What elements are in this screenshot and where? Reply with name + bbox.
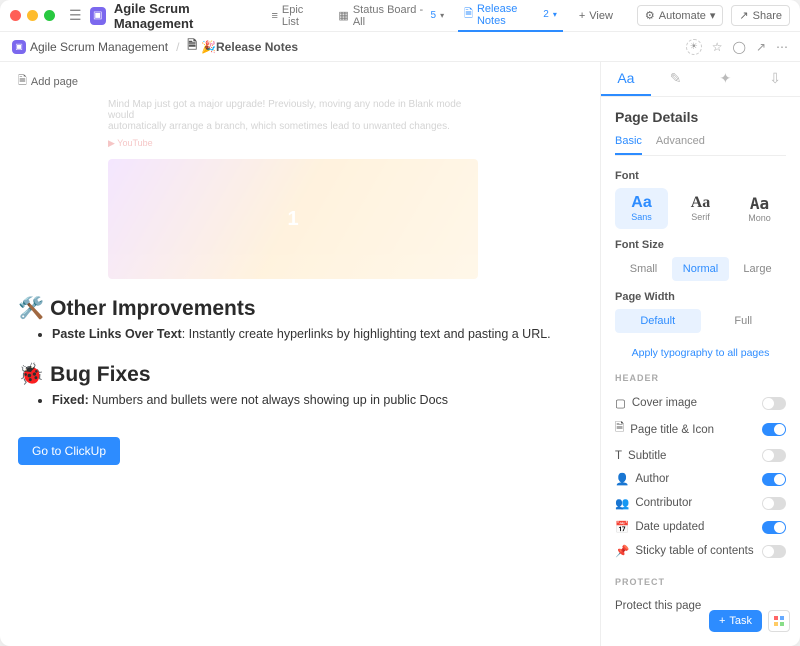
page-width-full[interactable]: Full (701, 309, 787, 333)
page-details-title: Page Details (615, 109, 786, 125)
section-bugs-heading: 🐞 Bug Fixes (18, 363, 582, 387)
doc-icon: 🗎 (464, 5, 473, 24)
app-title: Agile Scrum Management (114, 1, 258, 31)
font-label: Font (615, 170, 786, 182)
toggle-date-updated[interactable] (762, 521, 786, 534)
breadcrumb-separator: / (176, 40, 179, 54)
apps-button[interactable] (768, 610, 790, 632)
font-size-small[interactable]: Small (615, 257, 672, 281)
grid-icon (773, 615, 785, 627)
side-tab-export[interactable]: ⇩ (750, 62, 800, 96)
bug-item: Fixed: Numbers and bullets were not alwa… (52, 393, 582, 407)
section-improvements-heading: 🛠️ Other Improvements (18, 297, 582, 321)
row-label: Cover image (632, 397, 697, 409)
tools-icon: 🛠️ (18, 297, 44, 321)
row-icon: 👤 (615, 472, 629, 486)
window-minimize[interactable] (27, 10, 38, 21)
faded-content: Mind Map just got a major upgrade! Previ… (108, 99, 488, 279)
new-task-button[interactable]: + Task (709, 610, 762, 632)
row-icon: ▢ (615, 396, 626, 410)
row-icon: 📌 (615, 544, 629, 558)
breadcrumb-current[interactable]: 🗎 🎉Release Notes (187, 36, 298, 57)
doc-icon: 🗎 (187, 36, 197, 57)
tab-label: Release Notes (477, 3, 539, 27)
page-width-default[interactable]: Default (615, 309, 701, 333)
star-icon[interactable]: ☆ (712, 40, 723, 54)
font-size-label: Font Size (615, 239, 786, 251)
font-size-large[interactable]: Large (729, 257, 786, 281)
board-icon: ▦ (338, 9, 348, 22)
subtab-advanced[interactable]: Advanced (656, 135, 705, 155)
app-icon: ▣ (12, 40, 26, 54)
row-label: Sticky table of contents (635, 545, 753, 557)
row-label: Date updated (635, 521, 704, 533)
bug-icon: 🐞 (18, 363, 44, 387)
apply-typography-link[interactable]: Apply typography to all pages (615, 347, 786, 359)
side-tab-typography[interactable]: Aa (601, 62, 651, 96)
chevron-down-icon: ▾ (440, 11, 444, 20)
header-row: 📌 Sticky table of contents (615, 539, 786, 563)
tab-label: Epic List (282, 4, 319, 28)
go-to-clickup-button[interactable]: Go to ClickUp (18, 437, 120, 465)
font-size-normal[interactable]: Normal (672, 257, 729, 281)
row-icon: 👥 (615, 496, 629, 510)
tab-epic-list[interactable]: ≡ Epic List (265, 0, 324, 32)
header-row: 👥 Contributor (615, 491, 786, 515)
font-mono[interactable]: AaMono (733, 188, 786, 229)
window-zoom[interactable] (44, 10, 55, 21)
menu-icon[interactable]: ☰ (69, 7, 82, 24)
add-view-button[interactable]: + View (571, 6, 621, 26)
tab-badge: 5 (431, 10, 437, 21)
plus-icon: 🗎 (18, 72, 27, 91)
more-icon[interactable]: ⋯ (776, 40, 788, 54)
link-icon[interactable]: ↗ (756, 40, 766, 54)
add-page-button[interactable]: 🗎 Add page (18, 72, 582, 91)
list-icon: ≡ (271, 10, 277, 22)
video-thumbnail[interactable]: 1 (108, 159, 478, 279)
font-sans[interactable]: AaSans (615, 188, 668, 229)
toggle-contributor[interactable] (762, 497, 786, 510)
row-label: Subtitle (628, 450, 666, 462)
sun-icon[interactable]: ☀ (686, 39, 702, 55)
page-width-label: Page Width (615, 291, 786, 303)
toggle-subtitle[interactable] (762, 449, 786, 462)
app-icon: ▣ (90, 7, 106, 25)
breadcrumb-root[interactable]: ▣ Agile Scrum Management (12, 40, 168, 54)
row-label: Contributor (635, 497, 692, 509)
row-icon: T (615, 450, 622, 462)
tab-label: Status Board - All (353, 4, 427, 28)
header-row: 📅 Date updated (615, 515, 786, 539)
header-row: ▢ Cover image (615, 391, 786, 415)
row-label: Author (635, 473, 669, 485)
tab-status-board[interactable]: ▦ Status Board - All 5 ▾ (332, 0, 450, 32)
robot-icon: ⚙ (645, 9, 655, 22)
header-row: 👤 Author (615, 467, 786, 491)
protect-page-label: Protect this page (615, 600, 701, 612)
header-row: T Subtitle (615, 444, 786, 467)
subtab-basic[interactable]: Basic (615, 135, 642, 155)
chevron-down-icon: ▾ (553, 10, 557, 19)
protect-section-label: PROTECT (615, 577, 786, 587)
header-section-label: HEADER (615, 373, 786, 383)
chevron-down-icon: ▾ (710, 9, 716, 22)
tab-release-notes[interactable]: 🗎 Release Notes 2 ▾ (458, 0, 563, 32)
share-icon: ↗ (739, 9, 748, 22)
share-button[interactable]: ↗ Share (731, 5, 790, 26)
side-tab-ai[interactable]: ✦ (701, 62, 751, 96)
side-tab-templates[interactable]: ✎ (651, 62, 701, 96)
toggle-cover-image[interactable] (762, 397, 786, 410)
tab-badge: 2 (543, 9, 549, 20)
row-icon: 🗎 (615, 420, 624, 439)
header-row: 🗎 Page title & Icon (615, 415, 786, 444)
toggle-author[interactable] (762, 473, 786, 486)
toggle-page-title-icon[interactable] (762, 423, 786, 436)
toggle-sticky-table-of-contents[interactable] (762, 545, 786, 558)
window-close[interactable] (10, 10, 21, 21)
improvement-item: Paste Links Over Text: Instantly create … (52, 327, 582, 341)
font-serif[interactable]: AaSerif (674, 188, 727, 229)
automate-button[interactable]: ⚙ Automate ▾ (637, 5, 724, 26)
comment-icon[interactable]: ◯ (733, 40, 746, 54)
row-icon: 📅 (615, 520, 629, 534)
row-label: Page title & Icon (630, 424, 714, 436)
